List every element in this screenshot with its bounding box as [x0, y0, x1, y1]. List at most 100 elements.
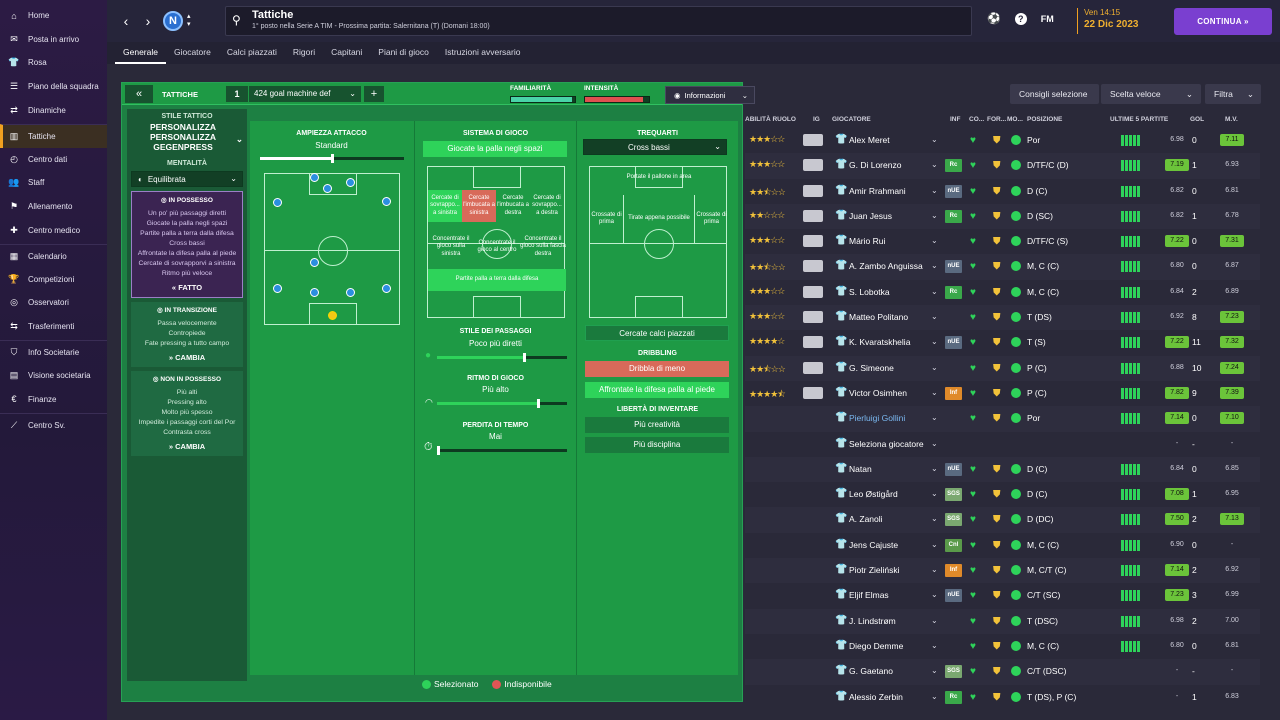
chevron-down-icon[interactable]: ⌄: [931, 565, 938, 574]
tab-4[interactable]: Capitani: [323, 42, 370, 64]
player-marker[interactable]: [346, 288, 355, 297]
ball-icon[interactable]: ⚽: [987, 12, 1001, 25]
game-date[interactable]: Ven 14:15 22 Dic 2023: [1077, 8, 1139, 34]
info-dropdown[interactable]: ◉ Informazioni ⌄: [665, 86, 755, 104]
zone-overlap-left[interactable]: Cercate di sovrappo... a sinistra: [428, 190, 462, 222]
player-marker[interactable]: [382, 284, 391, 293]
goalkeeper-marker[interactable]: [328, 311, 337, 320]
sidebar-item-inbox[interactable]: ✉ Posta in arrivo: [0, 28, 107, 52]
sidebar-item-transfers[interactable]: ⇆ Trasferimenti: [0, 315, 107, 339]
player-name[interactable]: G. Di Lorenzo: [849, 160, 901, 170]
chevron-down-icon[interactable]: ⌄: [931, 692, 938, 701]
tactic-select[interactable]: 424 goal machine def ⌄: [249, 86, 361, 102]
sidebar-item-training[interactable]: ⚑ Allenamento: [0, 195, 107, 219]
table-row[interactable]: ★★⯪☆☆ 👕 A. Zambo Anguissa ⌄ nUE ♥ ⛊ M, C (C) 6.8…: [745, 254, 1260, 280]
tab-5[interactable]: Piani di gioco: [370, 42, 437, 64]
more-expressive-button[interactable]: Più creatività: [585, 417, 729, 433]
time-wasting-slider[interactable]: [437, 446, 567, 455]
zone-focus-left[interactable]: Concentrate il gioco sulla sinistra: [428, 229, 474, 265]
table-row[interactable]: 👕 Leo Østigård ⌄ SGS ♥ ⛊ D (C) 7.08 1 6.95: [745, 482, 1260, 507]
player-name[interactable]: Jens Cajuste: [849, 540, 898, 550]
add-tactic-button[interactable]: +: [364, 86, 384, 102]
column-header[interactable]: IG: [813, 116, 820, 123]
tactic-slot-number[interactable]: 1: [226, 86, 248, 102]
sidebar-item-finances[interactable]: € Finanze: [0, 388, 107, 412]
player-name[interactable]: Amir Rrahmani: [849, 186, 906, 196]
style-dropdown[interactable]: PERSONALIZZA PERSONALIZZA GEGENPRESS ⌄: [127, 120, 247, 152]
zone-early-cross-right[interactable]: Crossate di prima: [694, 195, 728, 243]
table-row[interactable]: 👕 Pierluigi Gollini ⌄ ♥ ⛊ Por 7.14 0 7.10: [745, 406, 1260, 432]
club-switch-icon[interactable]: ▴ ▾: [187, 13, 191, 29]
out-of-possession-box[interactable]: ◎ NON IN POSSESSO Più alti Pressing alto M…: [131, 371, 243, 456]
table-row[interactable]: 👕 Natan ⌄ nUE ♥ ⛊ D (C) 6.84 0 6.85: [745, 456, 1260, 483]
continue-button[interactable]: CONTINUA »: [1174, 8, 1272, 35]
column-header[interactable]: MO...: [1007, 116, 1023, 123]
table-row[interactable]: 👕 Diego Demme ⌄ ♥ ⛊ M, C (C) 6.80 0 6.81: [745, 634, 1260, 659]
player-name[interactable]: A. Zambo Anguissa: [849, 261, 923, 271]
tab-2[interactable]: Calci piazzati: [219, 42, 285, 64]
player-name[interactable]: Juan Jesus: [849, 211, 892, 221]
zone-shoot-on-sight[interactable]: Tirate appena possibile: [624, 195, 694, 243]
table-row[interactable]: 👕 J. Lindstrøm ⌄ ♥ ⛊ T (DSC) 6.98 2 7.00: [745, 608, 1260, 634]
table-row[interactable]: ★★★☆☆ 👕 Alex Meret ⌄ ♥ ⛊ Por 6.98 0 7.11: [745, 128, 1260, 153]
zone-overlap-right[interactable]: Cercate di sovrappo... a destra: [530, 190, 564, 222]
width-slider[interactable]: [260, 154, 404, 163]
column-header[interactable]: INF: [950, 116, 960, 123]
player-marker[interactable]: [323, 184, 332, 193]
column-header[interactable]: M.V.: [1225, 116, 1238, 123]
forward-arrow-icon[interactable]: ›: [137, 10, 159, 32]
player-name[interactable]: Alex Meret: [849, 135, 890, 145]
passing-slider[interactable]: [437, 353, 567, 362]
table-row[interactable]: ★★⯪☆☆ 👕 G. Simeone ⌄ ♥ ⛊ P (C) 6.88 10 7.24: [745, 355, 1260, 381]
run-at-defence-button[interactable]: Affrontate la difesa palla al piede: [585, 382, 729, 398]
chevron-down-icon[interactable]: ⌄: [931, 135, 938, 144]
column-header[interactable]: CO...: [969, 116, 984, 123]
player-name[interactable]: Piotr Zieliński: [849, 565, 900, 575]
zone-early-cross-left[interactable]: Crossate di prima: [590, 195, 624, 243]
chevron-down-icon[interactable]: ⌄: [931, 160, 938, 169]
tab-1[interactable]: Giocatore: [166, 42, 219, 64]
in-possession-box[interactable]: ◎ IN POSSESSO Un po' più passaggi dirett…: [131, 191, 243, 298]
chevron-down-icon[interactable]: ⌄: [931, 540, 938, 549]
chevron-down-icon[interactable]: ⌄: [931, 641, 938, 650]
table-row[interactable]: ★★★★☆ 👕 K. Kvaratskhelia ⌄ nUE ♥ ⛊ T (S) 7.22 11 7…: [745, 330, 1260, 355]
chevron-down-icon[interactable]: ⌄: [931, 666, 938, 675]
change-out-button[interactable]: » CAMBIA: [134, 442, 240, 452]
zone-focus-right[interactable]: Concentrate il gioco sulla fascia destra: [520, 229, 566, 265]
set-pieces-button[interactable]: Cercate calci piazzati: [585, 325, 729, 341]
help-icon[interactable]: ?: [1014, 12, 1027, 25]
sidebar-item-calendar[interactable]: ▦ Calendario: [0, 243, 107, 268]
chevron-down-icon[interactable]: ⌄: [931, 439, 938, 448]
player-name[interactable]: K. Kvaratskhelia: [849, 337, 910, 347]
done-button[interactable]: « FATTO: [135, 283, 239, 293]
chevron-down-icon[interactable]: ⌄: [931, 388, 938, 397]
table-row[interactable]: 👕 Alessio Zerbin ⌄ Rc ♥ ⛊ T (DS), P (C) - 1 6.83: [745, 685, 1260, 710]
player-name[interactable]: Mário Rui: [849, 236, 885, 246]
chevron-down-icon[interactable]: ⌄: [931, 287, 938, 296]
quick-pick-button[interactable]: Scelta veloce ⌄: [1101, 84, 1201, 104]
table-row[interactable]: 👕 Jens Cajuste ⌄ Cnl ♥ ⛊ M, C (C) 6.90 0 -: [745, 533, 1260, 558]
table-row[interactable]: 👕 A. Zanoli ⌄ SGS ♥ ⛊ D (DC) 7.50 2 7.13: [745, 507, 1260, 533]
player-name[interactable]: Diego Demme: [849, 641, 903, 651]
search-box[interactable]: ⚲ Tattiche 1° posto nella Serie A TIM - …: [225, 6, 972, 36]
more-disciplined-button[interactable]: Più disciplina: [585, 437, 729, 453]
sidebar-item-staff[interactable]: 👥 Staff: [0, 171, 107, 195]
table-row[interactable]: ★★★☆☆ 👕 Matteo Politano ⌄ ♥ ⛊ T (DS) 6.92 8 7.23: [745, 305, 1260, 331]
sidebar-item-club-info[interactable]: ⛉ Info Societarie: [0, 340, 107, 364]
column-header[interactable]: POSIZIONE: [1027, 116, 1062, 123]
table-row[interactable]: 👕 Eljif Elmas ⌄ nUE ♥ ⛊ C/T (SC) 7.23 3 6.99: [745, 583, 1260, 608]
player-name[interactable]: Victor Osimhen: [849, 388, 907, 398]
club-logo[interactable]: N: [163, 11, 183, 31]
player-name[interactable]: G. Gaetano: [849, 666, 893, 676]
tempo-slider[interactable]: [437, 399, 567, 408]
player-name[interactable]: Leo Østigård: [849, 489, 898, 499]
mentality-dropdown[interactable]: ◐ Equilibrata ⌄: [131, 171, 243, 187]
chevron-down-icon[interactable]: ⌄: [931, 186, 938, 195]
sidebar-item-home[interactable]: ⌂ Home: [0, 4, 107, 28]
chevron-down-icon[interactable]: ⌄: [931, 337, 938, 346]
player-marker[interactable]: [310, 173, 319, 182]
table-row[interactable]: 👕 Piotr Zieliński ⌄ Inf ♥ ⛊ M, C/T (C) 7.14 2 6.9…: [745, 558, 1260, 584]
zone-play-out-defence[interactable]: Partite palla a terra dalla difesa: [428, 269, 566, 291]
player-marker[interactable]: [310, 288, 319, 297]
sidebar-item-scouting[interactable]: ◎ Osservatori: [0, 291, 107, 315]
